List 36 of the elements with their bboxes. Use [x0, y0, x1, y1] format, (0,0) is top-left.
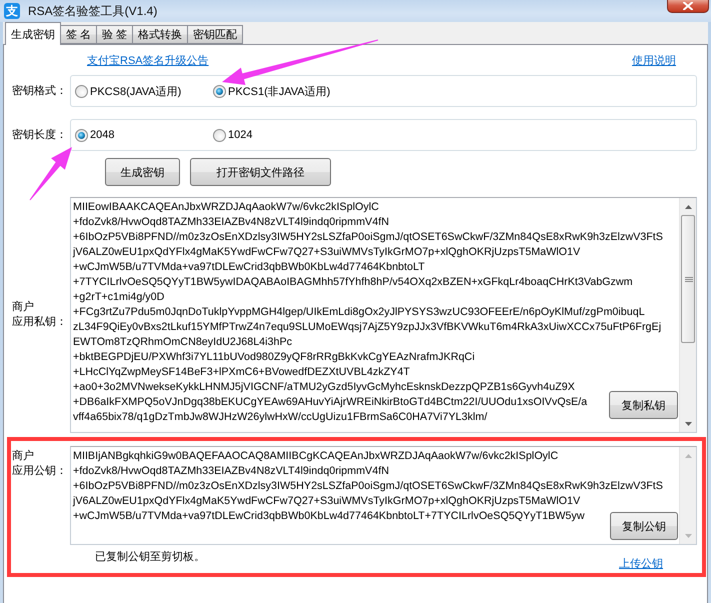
announcement-link[interactable]: 支付宝RSA签名升级公告: [87, 52, 209, 68]
radio-button[interactable]: [213, 84, 226, 98]
upload-link[interactable]: 上传公钥: [619, 556, 663, 571]
radio-label[interactable]: PKCS1(非JAVA适用): [228, 84, 330, 98]
radio-label[interactable]: 1024: [228, 129, 252, 141]
radio-label[interactable]: PKCS8(JAVA适用): [90, 84, 182, 98]
scroll-down-icon[interactable]: [684, 422, 692, 426]
close-button[interactable]: [667, 0, 709, 13]
window-title: RSA签名验签工具(V1.4): [28, 4, 158, 18]
scrollbar-thumb[interactable]: [681, 215, 695, 343]
field-label: 密钥格式：: [12, 84, 68, 98]
action-button[interactable]: 打开密钥文件路径: [190, 158, 331, 186]
status-message: 已复制公钥至剪切板。: [95, 550, 205, 565]
radio-button[interactable]: [75, 128, 88, 142]
close-icon: [683, 2, 693, 10]
copy-public-key-button[interactable]: 复制公钥: [610, 512, 678, 540]
app-logo: 支: [4, 3, 20, 19]
public-key-field[interactable]: MIIBIjANBgkqhkiG9w0BAQEFAAOCAQ8AMIIBCgKCAQEAnJbxWRZDJAqAaokW7w/6vkc2kISplOylC +fdoZvk8/HvwOqd8TAZMh33EIAZBv4N8zVLT4l9indq0ripmmV4fN +6IbOzP5VBi8PFND//m0z3zOsEnXDzlsy3IW5HY2sLSZfaP0oiSgmJ/qtOSET6SwCkwF/3ZMn84QsE8xRwK9h3zElzwV3FtS jV6ALZ0wEU1pxQdYFlx4gMaK5YwdFwCFw7Q27+S3uiWMVsTyIkGrMO7p+xlQghOKRjUzpsT5MaWlO1V +wCJmW5B/u7TVMda+va97tDLEwCrid3qbBWb0KbLw4d77464KbnbtoLT+7TYCILrlvOeSQ5QYyT1BW5yw 复制公钥: [70, 446, 697, 545]
action-button[interactable]: 生成密钥: [105, 158, 180, 186]
field-label: 密钥长度：: [12, 128, 68, 142]
scrollbar[interactable]: [679, 198, 696, 432]
pointer-arrow: [30, 147, 72, 200]
private-key-field[interactable]: MIIEowIBAAKCAQEAnJbxWRZDJAqAaokW7w/6vkc2kISplOylC +fdoZvk8/HvwOqd8TAZMh33EIAZBv4N8zVLT4l9indq0ripmmV4fN +6IbOzP5VBi8PFND//m0z3zOsEnXDzlsy3IW5HY2sLSZfaP0oiSgmJ/qtOSET6SwCkwF/3ZMn84QsE8xRwK9h3zElzwV3FtS jV6ALZ0wEU1pxQdYFlx4gMaK5YwdFwCFw7Q27+S3uiWMVsTyIkGrMO7p+xlQghOKRjUzpsT5MaWlO1V +wCJmW5B/u7TVMda+va97tDLEwCrid3qbBWb0KbLw4d77464KbnbtoLT +7TYCILrlvOeSQ5QYyT1BW5ywIDAQABAoIBAGMhh57fYhfh8hP/v54OXq2xBZEN+xGFkqLr4boaqCHrKt3VabGzwm +g2rT+c1mi4g/y0D +FCg3rtZu7Pdu5m0JqnDoTuklpYvppMGH4lgep/UIkEmLdi8gOx2yJlPYSYS3wzUC93OFEErE/n6pOyKlMuf/zgPm0ibuqL zL34F9QiEy0vBxs2tLkuf15YMfPTrwZ4n7equ9SLUMoEWqsj7AjZ5Y9zpJJx3VfBKVWkuT6m4RkA3xUiwXCCx75uFtP6FrgEj EWTOm8TzQRhmOmCN8eyIdU2J68L4i3hPc +bktBEGPDjEU/PXWhf3i7YL11bUVod980Z9yQF8rRRgBkKvkCgYEAzNrafmJKRqCi +LHcClYqZwpMeySF14BeF3+lPXmC6+BVowedfDEZXtUVBL4zkZY4T +ao0+3o2MVNwekseKykkLHNMJ5jVIGCNF/aTMU2yGzd5IyvGcMyhcEsknskDezzpQPZB1s6Gyvh4uZ9X +DB6aIkFXMPQ5oVJnDgq38bEKUCgYEAw69AHuvYiAjrWREiNkirBtoGTd4BCtm22I/UUOdu1xsOIVvQsE/a vff4a65bix78/q1gDzTmbJw8WJHzW26ylwHxW/ccUgUizu1FBrmSa6C0HA7Vi7YL3klm/ 复制私钥: [70, 197, 697, 433]
tab[interactable]: 密钥匹配: [187, 25, 244, 44]
tab[interactable]: 验 签: [96, 25, 134, 44]
tab[interactable]: 签 名: [60, 25, 98, 44]
radio-button[interactable]: [75, 84, 88, 98]
tab[interactable]: 生成密钥: [5, 22, 61, 45]
field-label: 商户 应用私钥：: [12, 300, 68, 330]
radio-label[interactable]: 2048: [90, 129, 114, 141]
radio-button[interactable]: [213, 128, 226, 142]
help-link[interactable]: 使用说明: [632, 52, 676, 68]
field-label: 商户 应用公钥：: [12, 448, 68, 479]
scroll-up-icon[interactable]: [684, 204, 692, 208]
copy-private-key-button[interactable]: 复制私钥: [609, 391, 678, 419]
tab[interactable]: 格式转换: [132, 25, 188, 44]
